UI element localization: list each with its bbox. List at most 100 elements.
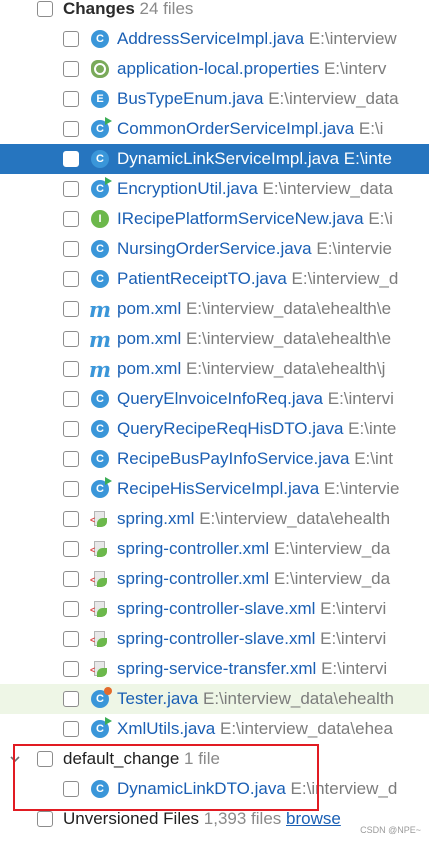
file-path: E:\interview_data — [262, 179, 393, 198]
file-name: RecipeBusPayInfoService.java E:\int — [117, 449, 393, 469]
changelist-header[interactable]: default_change 1 file — [0, 744, 429, 774]
chevron-down-icon[interactable] — [7, 751, 23, 767]
browse-link[interactable]: browse — [286, 809, 341, 828]
file-row[interactable]: < spring-controller-slave.xml E:\intervi — [0, 624, 429, 654]
changelist-header[interactable]: Changes 24 files — [0, 0, 429, 24]
file-checkbox[interactable] — [63, 571, 79, 587]
changelist-title: default_change 1 file — [63, 749, 220, 769]
file-row[interactable]: pom.xml E:\interview_data\ehealth\e — [0, 294, 429, 324]
file-row[interactable]: AddressServiceImpl.java E:\interview — [0, 24, 429, 54]
file-row[interactable]: EncryptionUtil.java E:\interview_data — [0, 174, 429, 204]
file-checkbox[interactable] — [63, 211, 79, 227]
file-row[interactable]: application-local.properties E:\interv — [0, 54, 429, 84]
file-checkbox[interactable] — [63, 361, 79, 377]
file-row[interactable]: XmlUtils.java E:\interview_data\ehea — [0, 714, 429, 744]
file-checkbox[interactable] — [63, 31, 79, 47]
file-row[interactable]: pom.xml E:\interview_data\ehealth\e — [0, 324, 429, 354]
file-checkbox[interactable] — [63, 511, 79, 527]
file-row[interactable]: QueryRecipeReqHisDTO.java E:\inte — [0, 414, 429, 444]
changelist-name: Unversioned Files — [63, 809, 200, 828]
class-icon — [91, 270, 109, 288]
changelist-checkbox[interactable] — [37, 1, 53, 17]
file-path: E:\interview_data — [268, 89, 399, 108]
file-row[interactable]: DynamicLinkServiceImpl.java E:\inte — [0, 144, 429, 174]
enum-icon — [91, 90, 109, 108]
file-name-text: pom.xml — [117, 299, 182, 318]
file-row[interactable]: NursingOrderService.java E:\intervie — [0, 234, 429, 264]
runnable-class-icon — [91, 117, 112, 138]
file-checkbox[interactable] — [63, 541, 79, 557]
file-name-text: Tester.java — [117, 689, 199, 708]
file-checkbox[interactable] — [63, 721, 79, 737]
maven-icon — [91, 330, 109, 348]
file-name: DynamicLinkDTO.java E:\interview_d — [117, 779, 397, 799]
file-checkbox[interactable] — [63, 331, 79, 347]
file-path: E:\interview_data\ehealth\e — [185, 299, 392, 318]
file-name-text: RecipeBusPayInfoService.java — [117, 449, 350, 468]
file-name-text: EncryptionUtil.java — [117, 179, 258, 198]
file-name-text: spring-controller-slave.xml — [117, 629, 316, 648]
file-path: E:\interview_da — [273, 569, 391, 588]
file-row[interactable]: < spring-controller.xml E:\interview_da — [0, 564, 429, 594]
file-checkbox[interactable] — [63, 691, 79, 707]
file-name-text: DynamicLinkServiceImpl.java — [117, 149, 340, 168]
file-checkbox[interactable] — [63, 451, 79, 467]
file-checkbox[interactable] — [63, 301, 79, 317]
class-icon — [91, 420, 109, 438]
file-path: E:\inte — [343, 149, 392, 168]
maven-icon — [91, 300, 109, 318]
file-name-text: QueryRecipeReqHisDTO.java — [117, 419, 344, 438]
file-row[interactable]: IRecipePlatformServiceNew.java E:\i — [0, 204, 429, 234]
file-checkbox[interactable] — [63, 781, 79, 797]
file-checkbox[interactable] — [63, 241, 79, 257]
file-row[interactable]: pom.xml E:\interview_data\ehealth\j — [0, 354, 429, 384]
file-row[interactable]: < spring-controller.xml E:\interview_da — [0, 534, 429, 564]
file-path: E:\interview_data\ehealth — [203, 689, 394, 708]
file-checkbox[interactable] — [63, 601, 79, 617]
file-row[interactable]: < spring-service-transfer.xml E:\intervi — [0, 654, 429, 684]
file-name: spring.xml E:\interview_data\ehealth — [117, 509, 390, 529]
file-row[interactable]: Tester.java E:\interview_data\ehealth — [0, 684, 429, 714]
file-row[interactable]: PatientReceiptTO.java E:\interview_d — [0, 264, 429, 294]
file-name: spring-controller.xml E:\interview_da — [117, 539, 390, 559]
file-row[interactable]: DynamicLinkDTO.java E:\interview_d — [0, 774, 429, 804]
file-name-text: spring-controller.xml — [117, 539, 270, 558]
file-row[interactable]: < spring.xml E:\interview_data\ehealth — [0, 504, 429, 534]
file-name-text: RecipeHisServiceImpl.java — [117, 479, 320, 498]
file-row[interactable]: BusTypeEnum.java E:\interview_data — [0, 84, 429, 114]
file-name: pom.xml E:\interview_data\ehealth\e — [117, 329, 391, 349]
file-name: application-local.properties E:\interv — [117, 59, 386, 79]
file-row[interactable]: CommonOrderServiceImpl.java E:\i — [0, 114, 429, 144]
file-checkbox[interactable] — [63, 61, 79, 77]
file-checkbox[interactable] — [63, 151, 79, 167]
file-name-text: DynamicLinkDTO.java — [117, 779, 286, 798]
file-row[interactable]: RecipeBusPayInfoService.java E:\int — [0, 444, 429, 474]
file-name: QueryRecipeReqHisDTO.java E:\inte — [117, 419, 396, 439]
changelist-checkbox[interactable] — [37, 811, 53, 827]
file-name: NursingOrderService.java E:\intervie — [117, 239, 392, 259]
file-path: E:\interview_data\ehea — [219, 719, 393, 738]
file-path: E:\interview — [308, 29, 397, 48]
file-checkbox[interactable] — [63, 481, 79, 497]
changelist-checkbox[interactable] — [37, 751, 53, 767]
file-checkbox[interactable] — [63, 661, 79, 677]
file-checkbox[interactable] — [63, 631, 79, 647]
file-path: E:\interview_d — [290, 779, 398, 798]
file-row[interactable]: < spring-controller-slave.xml E:\intervi — [0, 594, 429, 624]
class-icon — [91, 240, 109, 258]
file-row[interactable]: RecipeHisServiceImpl.java E:\intervie — [0, 474, 429, 504]
file-name: spring-controller-slave.xml E:\intervi — [117, 629, 386, 649]
file-checkbox[interactable] — [63, 271, 79, 287]
class-icon — [91, 390, 109, 408]
file-checkbox[interactable] — [63, 181, 79, 197]
file-checkbox[interactable] — [63, 121, 79, 137]
file-name-text: spring-controller.xml — [117, 569, 270, 588]
xml-file-icon: < — [90, 660, 109, 678]
file-name-text: QueryElnvoiceInfoReq.java — [117, 389, 324, 408]
file-checkbox[interactable] — [63, 91, 79, 107]
file-checkbox[interactable] — [63, 421, 79, 437]
file-row[interactable]: QueryElnvoiceInfoReq.java E:\intervi — [0, 384, 429, 414]
file-checkbox[interactable] — [63, 391, 79, 407]
changelist-title: Unversioned Files 1,393 files browse — [63, 809, 341, 829]
xml-file-icon: < — [90, 570, 109, 588]
